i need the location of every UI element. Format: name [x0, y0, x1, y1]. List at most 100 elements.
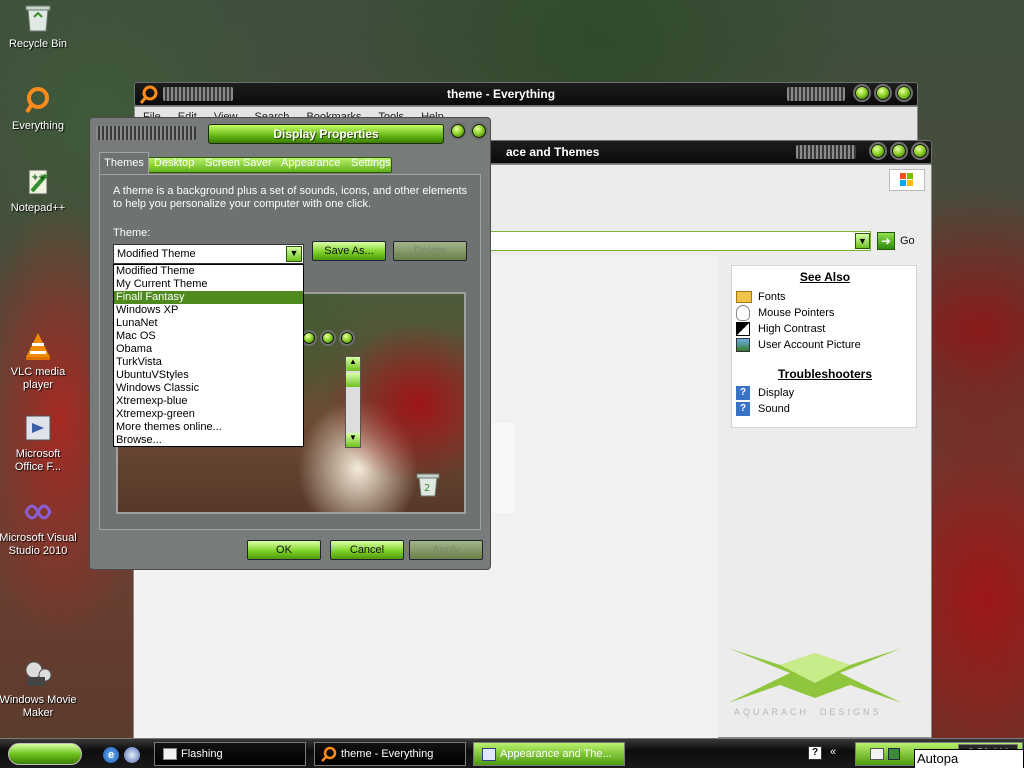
vlc-icon — [22, 330, 54, 362]
see-also-label: Mouse Pointers — [758, 307, 835, 319]
close-button[interactable] — [470, 122, 488, 140]
close-button[interactable] — [895, 84, 913, 102]
svg-text:2: 2 — [424, 483, 430, 494]
theme-option-selected[interactable]: Finall Fantasy — [114, 291, 303, 304]
desktop-icon-everything[interactable]: Everything — [0, 84, 78, 133]
close-button[interactable] — [911, 142, 929, 160]
theme-option[interactable]: Xtremexp-blue — [114, 395, 303, 408]
desktop-icon-notepad[interactable]: ++ Notepad++ — [0, 166, 78, 215]
cancel-button[interactable]: Cancel — [330, 540, 404, 560]
help-icon: ? — [736, 386, 750, 400]
folder-icon — [736, 291, 752, 303]
theme-option[interactable]: Mac OS — [114, 330, 303, 343]
desktop-icon-recycle-bin[interactable]: Recycle Bin — [0, 2, 78, 51]
see-also-label: User Account Picture — [758, 339, 861, 351]
contrast-icon — [736, 322, 750, 336]
movie-maker-icon — [22, 658, 54, 690]
notepad-plus-plus-icon: ++ — [22, 166, 54, 198]
address-dropdown-button[interactable]: ▼ — [855, 233, 870, 249]
visual-studio-icon — [22, 496, 54, 528]
taskbar: e Flashing theme - Everything Appearance… — [0, 738, 1024, 768]
taskbar-item-appearance[interactable]: Appearance and The... — [473, 742, 625, 766]
quick-launch-browser-icon[interactable] — [124, 747, 140, 763]
mouse-icon — [736, 305, 750, 321]
tab-desktop[interactable]: Desktop — [154, 156, 194, 172]
see-also-item-fonts[interactable]: Fonts — [736, 289, 786, 305]
preview-recycle-bin-icon: 2 — [416, 472, 440, 501]
taskbar-item-everything[interactable]: theme - Everything — [314, 742, 466, 766]
windows-logo — [889, 169, 925, 191]
see-also-item-user-account-picture[interactable]: User Account Picture — [736, 337, 861, 353]
theme-dropdown-list[interactable]: Modified Theme My Current Theme Finall F… — [113, 264, 304, 447]
troubleshooter-label: Display — [758, 387, 795, 399]
everything-icon — [139, 85, 159, 108]
desktop-icon-vlc[interactable]: VLC media player — [0, 330, 78, 392]
preview-window-buttons — [298, 330, 355, 349]
see-also-item-high-contrast[interactable]: High Contrast — [736, 321, 825, 337]
theme-combobox[interactable]: Modified Theme ▼ — [113, 244, 304, 264]
theme-option[interactable]: My Current Theme — [114, 278, 303, 291]
see-also-label: High Contrast — [758, 323, 826, 335]
dialog-title: Display Properties — [208, 124, 444, 144]
desktop-icon-label: VLC media player — [10, 366, 66, 391]
theme-option[interactable]: Windows XP — [114, 304, 303, 317]
see-also-item-mouse-pointers[interactable]: Mouse Pointers — [736, 305, 834, 321]
see-also-title: See Also — [799, 270, 851, 284]
theme-combobox-value: Modified Theme — [117, 248, 196, 260]
desktop-icon-label: Microsoft Visual Studio 2010 — [0, 532, 77, 557]
theme-option[interactable]: Xtremexp-green — [114, 408, 303, 421]
everything-window-buttons — [850, 84, 913, 105]
help-button[interactable] — [449, 122, 467, 140]
desktop-icon-label: Recycle Bin — [8, 38, 68, 50]
tab-settings[interactable]: Settings — [351, 156, 391, 172]
desktop-icon-visual-studio[interactable]: Microsoft Visual Studio 2010 — [0, 496, 78, 558]
control-panel-icon — [482, 748, 496, 761]
everything-title-bar[interactable]: theme - Everything — [134, 82, 918, 106]
go-arrow-icon[interactable]: ➜ — [877, 232, 895, 250]
troubleshooter-item-sound[interactable]: ? Sound — [736, 401, 790, 417]
tray-network-icon[interactable] — [888, 748, 900, 760]
taskbar-item-label: theme - Everything — [341, 748, 434, 760]
troubleshooter-label: Sound — [758, 403, 790, 415]
start-button[interactable] — [8, 743, 82, 765]
theme-option[interactable]: More themes online... — [114, 421, 303, 434]
taskbar-item-label: Appearance and The... — [500, 748, 612, 760]
brand-text: AQUARACH DESIGNS — [734, 707, 882, 717]
desktop-icon-label: Windows Movie Maker — [0, 694, 77, 719]
troubleshooter-item-display[interactable]: ? Display — [736, 385, 794, 401]
maximize-button[interactable] — [890, 142, 908, 160]
theme-option[interactable]: Windows Classic — [114, 382, 303, 395]
minimize-button[interactable] — [869, 142, 887, 160]
help-tray-icon[interactable]: ? — [808, 746, 822, 760]
address-bar[interactable] — [489, 231, 871, 251]
theme-label: Theme: — [113, 227, 151, 239]
tab-themes[interactable]: Themes — [99, 152, 149, 174]
theme-option[interactable]: UbuntuVStyles — [114, 369, 303, 382]
tab-screen-saver[interactable]: Screen Saver — [205, 156, 272, 172]
taskbar-item-flashing[interactable]: Flashing — [154, 742, 306, 766]
display-properties-dialog[interactable]: Display Properties Themes Desktop Screen… — [89, 117, 491, 570]
go-button[interactable]: Go — [900, 235, 915, 247]
maximize-button[interactable] — [874, 84, 892, 102]
troubleshooters-title: Troubleshooters — [777, 367, 872, 381]
minimize-button[interactable] — [853, 84, 871, 102]
tab-appearance[interactable]: Appearance — [281, 156, 340, 172]
theme-option[interactable]: Modified Theme — [114, 265, 303, 278]
preview-scrollbar: ▲ ▼ — [345, 356, 361, 448]
quick-launch-ie-icon[interactable]: e — [103, 747, 119, 763]
tray-arrows-icon[interactable]: « — [830, 746, 844, 760]
picture-icon — [736, 338, 750, 352]
theme-option[interactable]: LunaNet — [114, 317, 303, 330]
theme-option[interactable]: Obama — [114, 343, 303, 356]
desktop-icon-movie-maker[interactable]: Windows Movie Maker — [0, 658, 78, 720]
ok-button[interactable]: OK — [247, 540, 321, 560]
dialog-window-buttons — [446, 122, 488, 143]
see-also-label: Fonts — [758, 291, 786, 303]
save-as-button[interactable]: Save As... — [312, 241, 386, 261]
theme-option[interactable]: TurkVista — [114, 356, 303, 369]
tray-app-icon[interactable] — [870, 748, 884, 760]
desktop-icon-office[interactable]: Microsoft Office F... — [0, 412, 78, 474]
apply-button: Apply — [409, 540, 483, 560]
theme-option[interactable]: Browse... — [114, 434, 303, 447]
chevron-down-icon[interactable]: ▼ — [286, 246, 302, 262]
